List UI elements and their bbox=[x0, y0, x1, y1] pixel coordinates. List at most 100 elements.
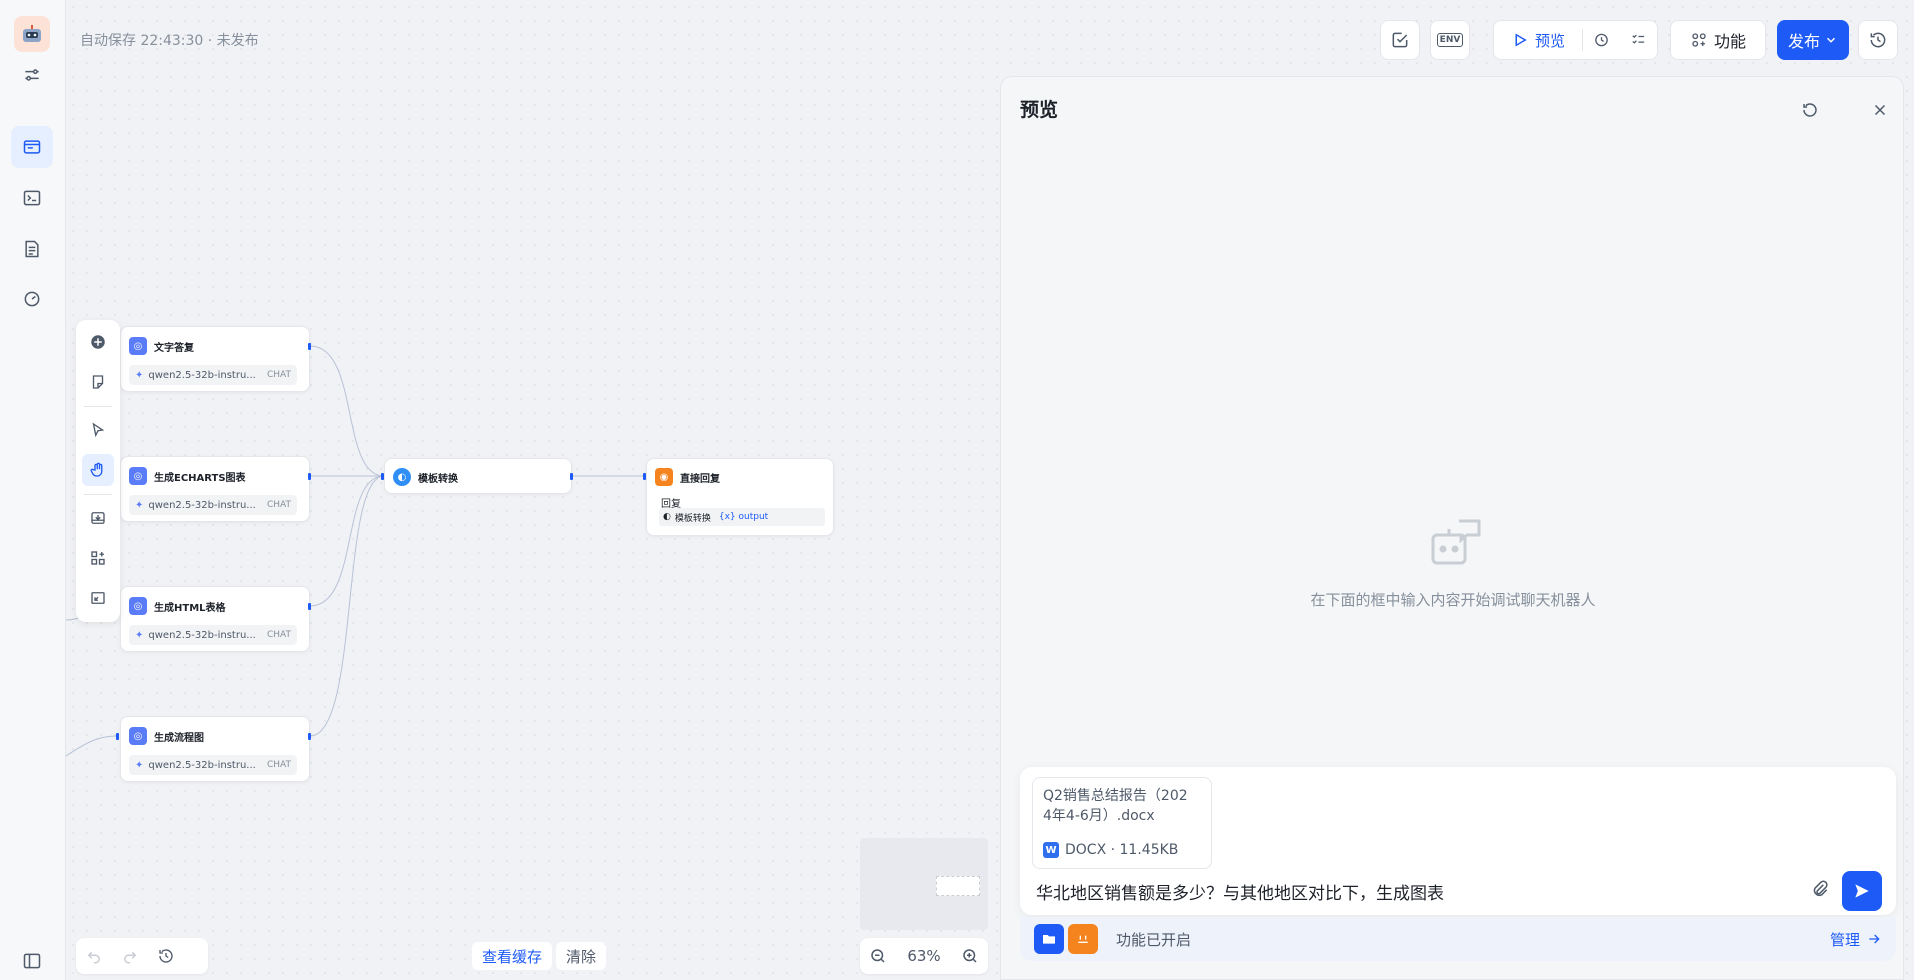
history-controls bbox=[76, 938, 208, 974]
change-history-icon[interactable] bbox=[148, 938, 184, 974]
direct-reply-node[interactable]: ◉ 直接回复 回复 ◐ 模板转换 {x} output bbox=[646, 458, 834, 536]
publish-button[interactable]: 发布 bbox=[1777, 20, 1849, 60]
apps-icon bbox=[1692, 33, 1706, 47]
model-logo-icon: ✦ bbox=[135, 759, 144, 771]
input-port[interactable] bbox=[381, 473, 384, 480]
model-logo-icon: ✦ bbox=[135, 629, 144, 641]
attached-file-card[interactable]: Q2销售总结报告（202 4年4-6月）.docx W DOCX · 11.45… bbox=[1032, 777, 1212, 869]
template-small-icon: ◐ bbox=[663, 512, 671, 522]
function-button[interactable]: 功能 bbox=[1670, 20, 1766, 60]
clock-play-icon bbox=[1595, 33, 1608, 47]
var-source: 模板转换 bbox=[674, 513, 711, 524]
node-title: 直接回复 bbox=[680, 473, 720, 485]
view-cache-button[interactable]: 查看缓存 bbox=[472, 942, 553, 970]
sidebar-item-terminal[interactable] bbox=[11, 177, 53, 219]
preview-group: 预览 bbox=[1493, 20, 1658, 60]
template-transform-node[interactable]: ◐ 模板转换 bbox=[384, 458, 572, 494]
file-name-line1: Q2销售总结报告（202 bbox=[1043, 788, 1188, 804]
model-name: qwen2.5-32b-instru... bbox=[148, 629, 256, 641]
check-issues-button[interactable] bbox=[1380, 20, 1420, 60]
function-label: 功能 bbox=[1713, 32, 1746, 51]
empty-hint: 在下面的框中输入内容开始调试聊天机器人 bbox=[1310, 591, 1596, 609]
model-selector[interactable]: ✦ qwen2.5-32b-instru... CHAT bbox=[129, 495, 297, 515]
llm-node-flowchart[interactable]: ◎ 生成流程图 ✦ qwen2.5-32b-instru... CHAT bbox=[120, 716, 310, 782]
chat-input[interactable]: 华北地区销售额是多少？与其他地区对比下，生成图表 bbox=[1036, 879, 1444, 904]
zoom-level[interactable]: 63% bbox=[896, 947, 952, 965]
word-doc-icon: W bbox=[1043, 842, 1059, 858]
chat-robot-icon bbox=[1429, 517, 1485, 573]
pointer-icon[interactable] bbox=[82, 414, 114, 446]
file-meta-text: DOCX · 11.45KB bbox=[1065, 842, 1179, 858]
fit-view-icon[interactable] bbox=[82, 582, 114, 614]
sidebar-item-logs[interactable] bbox=[11, 228, 53, 270]
zoom-out-icon[interactable] bbox=[860, 938, 896, 974]
model-selector[interactable]: ✦ qwen2.5-32b-instru... CHAT bbox=[129, 365, 297, 385]
features-enabled-text: 功能已开启 bbox=[1116, 930, 1192, 949]
llm-node-text-reply[interactable]: ◎ 文字答复 ✦ qwen2.5-32b-instru... CHAT bbox=[120, 326, 310, 392]
model-selector[interactable]: ✦ qwen2.5-32b-instru... CHAT bbox=[129, 755, 297, 775]
preview-title: 预览 bbox=[1020, 99, 1059, 121]
model-name: qwen2.5-32b-instru... bbox=[148, 759, 256, 771]
play-icon bbox=[1515, 33, 1527, 47]
sidebar-item-workflow[interactable] bbox=[11, 126, 53, 168]
chat-tag: CHAT bbox=[266, 370, 291, 380]
send-button[interactable] bbox=[1842, 871, 1882, 911]
output-port[interactable] bbox=[308, 473, 311, 480]
toggle-sidebar-icon[interactable] bbox=[11, 940, 53, 980]
llm-node-echarts[interactable]: ◎ 生成ECHARTS图表 ✦ qwen2.5-32b-instru... CH… bbox=[120, 456, 310, 522]
file-upload-feature-icon[interactable] bbox=[1034, 924, 1064, 954]
llm-node-icon: ◎ bbox=[129, 467, 147, 485]
send-icon bbox=[1855, 884, 1869, 898]
model-logo-icon: ✦ bbox=[135, 499, 144, 511]
undo-icon[interactable] bbox=[76, 938, 112, 974]
chat-feature-icon[interactable] bbox=[1068, 924, 1098, 954]
node-title: 生成HTML表格 bbox=[154, 602, 226, 614]
output-port[interactable] bbox=[570, 473, 573, 480]
version-history-button[interactable] bbox=[1858, 20, 1898, 60]
output-port[interactable] bbox=[308, 343, 311, 350]
input-port[interactable] bbox=[643, 473, 646, 480]
output-port[interactable] bbox=[308, 733, 311, 740]
organize-nodes-icon[interactable] bbox=[82, 542, 114, 574]
redo-icon[interactable] bbox=[112, 938, 148, 974]
input-port[interactable] bbox=[116, 733, 119, 740]
model-logo-icon: ✦ bbox=[135, 369, 144, 381]
llm-node-icon: ◎ bbox=[129, 337, 147, 355]
settings-sliders-icon[interactable] bbox=[11, 54, 53, 96]
run-history-button[interactable] bbox=[1583, 21, 1620, 59]
template-icon: ◐ bbox=[393, 468, 411, 486]
features-bar: 功能已开启 管理 bbox=[1020, 917, 1896, 961]
clear-button[interactable]: 清除 bbox=[556, 942, 607, 970]
close-icon[interactable] bbox=[1869, 99, 1891, 121]
hand-icon[interactable] bbox=[82, 454, 114, 486]
zoom-in-icon[interactable] bbox=[952, 938, 988, 974]
minimap-viewport[interactable] bbox=[936, 876, 980, 896]
env-button[interactable]: ENV bbox=[1430, 20, 1470, 60]
add-note-icon[interactable] bbox=[82, 366, 114, 398]
checklist-button[interactable] bbox=[1620, 21, 1657, 59]
var-name: {x} output bbox=[718, 512, 769, 522]
history-icon bbox=[1870, 32, 1886, 48]
preview-button[interactable]: 预览 bbox=[1494, 21, 1582, 59]
file-meta: W DOCX · 11.45KB bbox=[1043, 842, 1178, 858]
divider bbox=[84, 406, 112, 407]
file-name-line2: 4年4-6月）.docx bbox=[1043, 808, 1155, 824]
app-avatar-robot-icon[interactable] bbox=[14, 16, 50, 52]
reply-variable-ref: ◐ 模板转换 {x} output bbox=[659, 508, 825, 526]
export-image-icon[interactable] bbox=[82, 502, 114, 534]
node-title: 文字答复 bbox=[154, 342, 194, 354]
refresh-icon[interactable] bbox=[1799, 99, 1821, 121]
add-node-icon[interactable] bbox=[82, 326, 114, 358]
output-port[interactable] bbox=[308, 603, 311, 610]
checklist-icon bbox=[1392, 32, 1408, 48]
model-selector[interactable]: ✦ qwen2.5-32b-instru... CHAT bbox=[129, 625, 297, 645]
llm-node-html-table[interactable]: ◎ 生成HTML表格 ✦ qwen2.5-32b-instru... CHAT bbox=[120, 586, 310, 652]
minimap[interactable] bbox=[860, 838, 988, 930]
attachment-icon[interactable] bbox=[1806, 875, 1834, 903]
publish-label: 发布 bbox=[1787, 32, 1820, 51]
node-title: 生成ECHARTS图表 bbox=[154, 472, 246, 484]
chat-tag: CHAT bbox=[266, 500, 291, 510]
node-title: 模板转换 bbox=[418, 473, 458, 485]
sidebar-item-monitor[interactable] bbox=[11, 278, 53, 320]
manage-link[interactable]: 管理 bbox=[1830, 929, 1882, 950]
